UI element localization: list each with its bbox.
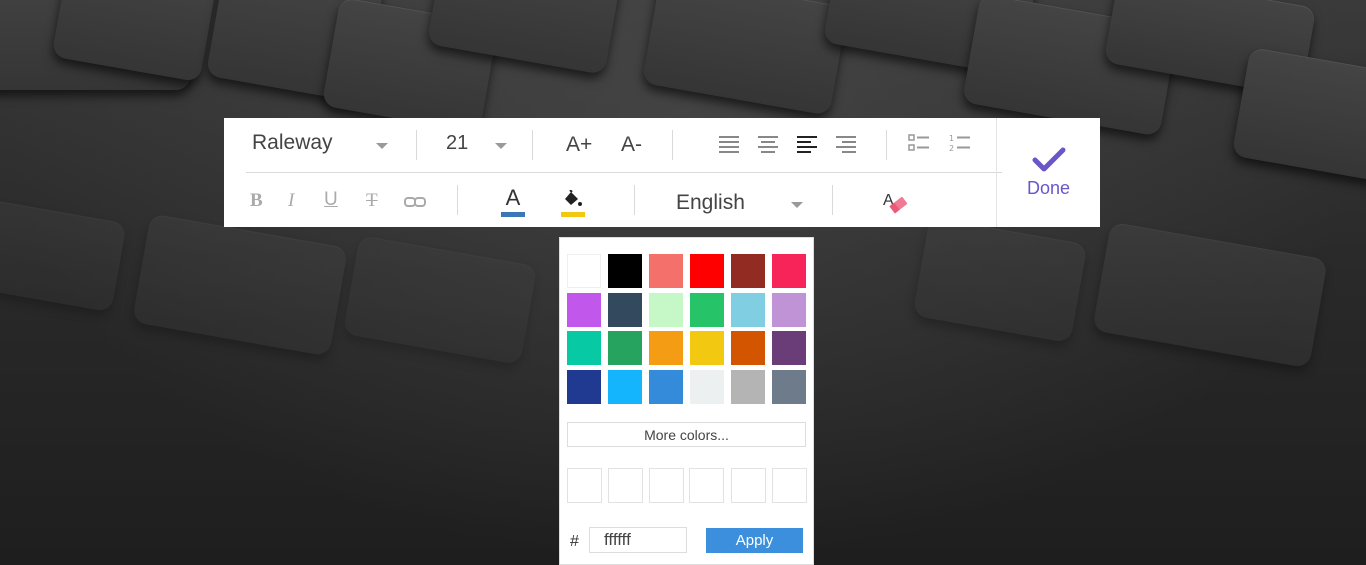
custom-color-slot[interactable] (649, 468, 684, 503)
color-swatch[interactable] (772, 254, 806, 288)
align-left-icon[interactable] (717, 134, 741, 154)
color-swatch[interactable] (690, 293, 724, 327)
bold-button[interactable]: B (250, 190, 263, 212)
hash-label: # (570, 533, 579, 550)
color-swatch[interactable] (608, 370, 642, 404)
language-select[interactable]: English (676, 191, 745, 215)
done-button[interactable]: Done (997, 118, 1100, 227)
link-icon[interactable] (403, 194, 427, 210)
color-swatch[interactable] (690, 331, 724, 365)
color-swatch[interactable] (731, 293, 765, 327)
color-swatch[interactable] (649, 331, 683, 365)
checkmark-icon (1032, 147, 1065, 172)
clear-format-icon[interactable]: A (880, 188, 912, 218)
italic-button[interactable]: I (288, 190, 294, 212)
highlight-color-button[interactable] (558, 187, 588, 219)
font-family-select[interactable]: Raleway (252, 131, 333, 155)
apply-button[interactable]: Apply (706, 528, 803, 553)
color-swatch[interactable] (608, 254, 642, 288)
custom-color-slot[interactable] (731, 468, 766, 503)
color-swatch[interactable] (731, 370, 765, 404)
color-swatch[interactable] (690, 254, 724, 288)
svg-text:1: 1 (949, 134, 954, 143)
font-size-select[interactable]: 21 (446, 132, 468, 155)
color-swatch[interactable] (731, 331, 765, 365)
color-swatch[interactable] (567, 293, 601, 327)
align-justify-icon[interactable] (795, 134, 819, 154)
underline-button[interactable]: U (324, 189, 338, 211)
color-swatch[interactable] (690, 370, 724, 404)
strikethrough-button[interactable]: T (366, 190, 378, 212)
align-right-icon[interactable] (834, 134, 858, 154)
highlight-color-bar (561, 211, 585, 217)
text-color-bar (501, 212, 525, 217)
color-swatch[interactable] (772, 331, 806, 365)
color-swatch[interactable] (772, 293, 806, 327)
editor-toolbar: Raleway 21 A+ A- 12 B I U T A English A … (224, 118, 1100, 227)
custom-color-slot[interactable] (608, 468, 643, 503)
color-swatch[interactable] (772, 370, 806, 404)
color-swatch[interactable] (649, 370, 683, 404)
svg-text:2: 2 (949, 144, 954, 153)
increase-font-button[interactable]: A+ (566, 133, 592, 157)
color-swatch[interactable] (649, 254, 683, 288)
color-swatch[interactable] (567, 254, 601, 288)
hex-color-input[interactable] (589, 527, 687, 553)
bullet-list-icon[interactable] (907, 132, 931, 154)
language-dropdown-icon[interactable] (791, 202, 803, 208)
color-swatch[interactable] (649, 293, 683, 327)
more-colors-button[interactable]: More colors... (567, 422, 806, 447)
color-swatch[interactable] (608, 331, 642, 365)
color-picker-panel: More colors... # Apply (559, 237, 814, 565)
custom-color-slot[interactable] (689, 468, 724, 503)
color-swatch[interactable] (567, 331, 601, 365)
custom-color-slot[interactable] (772, 468, 807, 503)
font-family-dropdown-icon[interactable] (376, 143, 388, 149)
text-color-glyph: A (505, 185, 521, 210)
done-label: Done (1026, 178, 1071, 198)
text-color-button[interactable]: A (498, 186, 528, 218)
decrease-font-button[interactable]: A- (621, 133, 642, 157)
color-swatch[interactable] (731, 254, 765, 288)
font-size-dropdown-icon[interactable] (495, 143, 507, 149)
color-swatch[interactable] (567, 370, 601, 404)
align-center-icon[interactable] (756, 134, 780, 154)
color-swatch[interactable] (608, 293, 642, 327)
paint-bucket-icon (565, 189, 582, 206)
numbered-list-icon[interactable]: 12 (948, 132, 972, 154)
custom-color-slot[interactable] (567, 468, 602, 503)
